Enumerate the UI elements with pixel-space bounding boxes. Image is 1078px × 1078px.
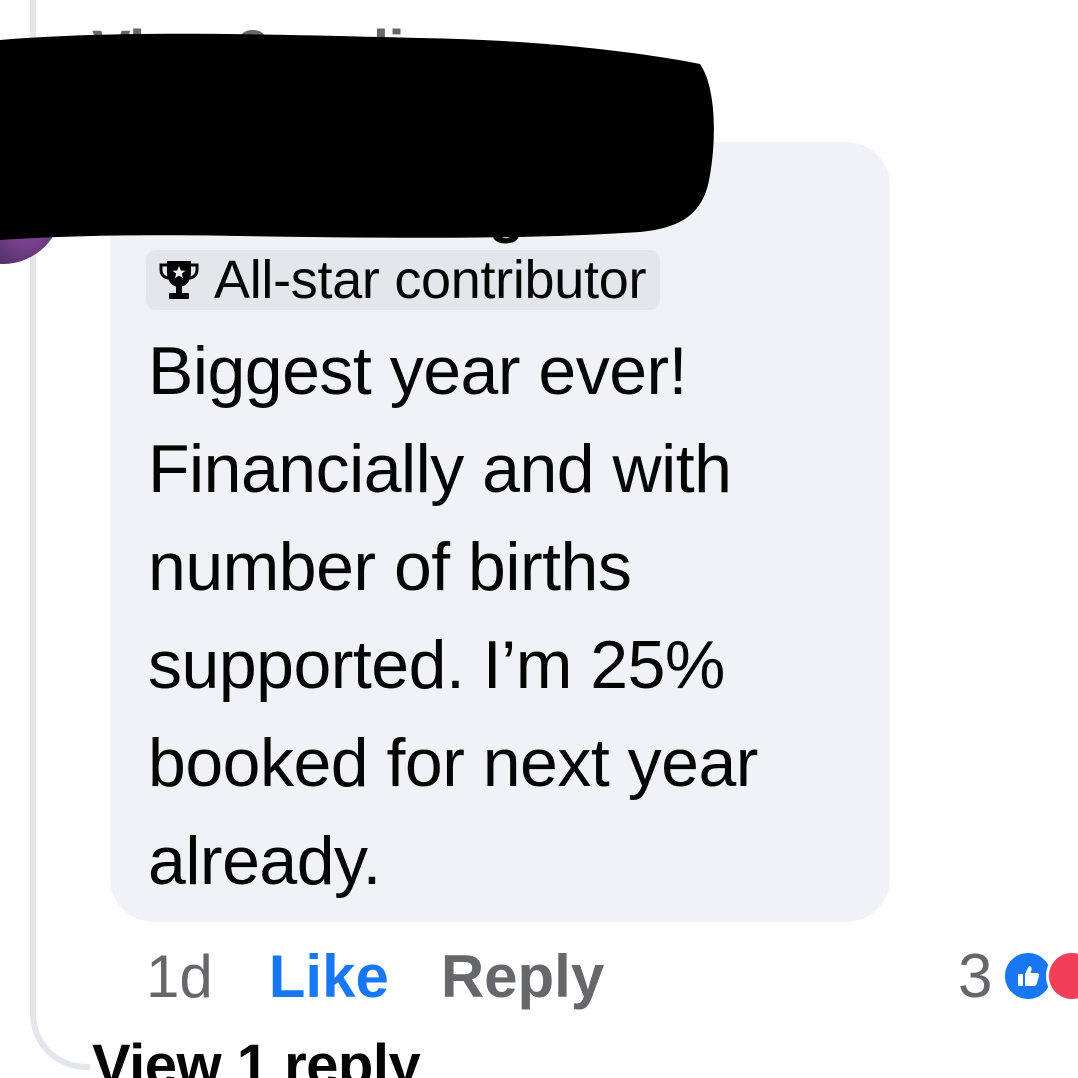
comment-text-line: supported. I’m 25%	[148, 627, 725, 703]
love-reaction-icon	[1046, 950, 1078, 1002]
reply-button[interactable]: Reply	[441, 942, 604, 1011]
comment-text-line: already.	[148, 823, 381, 899]
author-name[interactable]: Christine Rogers	[150, 178, 610, 245]
comment-timestamp[interactable]: 1d	[146, 942, 213, 1011]
comment-text: Biggest year ever! Financially and with …	[148, 322, 868, 910]
comment-text-line: Financially and with	[148, 431, 732, 507]
reaction-summary[interactable]: 3	[958, 936, 1078, 1016]
like-button[interactable]: Like	[269, 942, 389, 1011]
comment-text-line: Biggest year ever!	[148, 333, 688, 409]
view-replies-bottom-link[interactable]: View 1 reply	[92, 1032, 421, 1078]
view-replies-top-link[interactable]: View 3 replies...	[92, 18, 515, 85]
contributor-badge[interactable]: All-star contributor	[146, 250, 661, 310]
badge-label: All-star contributor	[214, 250, 647, 310]
comment-text-line: number of births	[148, 529, 632, 605]
comment-text-line: booked for next year	[148, 725, 758, 801]
comment-thread: View 3 replies... Christine Rogers All-s…	[0, 0, 1078, 1078]
comment-actions: 1d Like Reply	[146, 936, 604, 1016]
trophy-icon	[156, 257, 202, 303]
reaction-count: 3	[958, 941, 993, 1011]
